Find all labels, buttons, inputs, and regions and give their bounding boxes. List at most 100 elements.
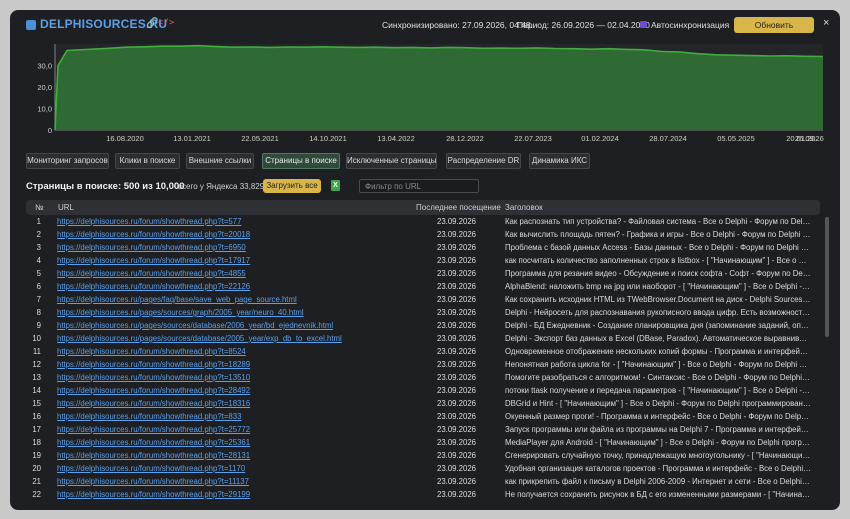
tab-search-clicks[interactable]: Клики в поиске	[115, 153, 180, 169]
chart-y-tick-label: 10,0	[37, 105, 52, 114]
row-last-visit: 23.09.2026	[437, 490, 477, 499]
site-logo-icon	[26, 20, 36, 30]
row-url-link[interactable]: https://delphisources.ru/pages/sources/d…	[57, 321, 397, 330]
row-url-link[interactable]: https://delphisources.ru/forum/showthrea…	[57, 464, 397, 473]
tab-query-monitoring[interactable]: Мониторинг запросов	[26, 153, 109, 169]
row-title: Как вычислить площадь пятен? - Графика и…	[505, 230, 811, 239]
row-number: 9	[36, 321, 41, 330]
pages-chart: 0 10,0 20,0 30,0 16.08.2020 13.01.2021 22.05.…	[37, 44, 824, 143]
row-number: 8	[36, 308, 41, 317]
row-url-link[interactable]: https://delphisources.ru/forum/showthrea…	[57, 477, 397, 486]
row-url-link[interactable]: https://delphisources.ru/pages/sources/g…	[57, 308, 397, 317]
row-url-link[interactable]: https://delphisources.ru/forum/showthrea…	[57, 412, 397, 421]
tab-external-links[interactable]: Внешние ссылки	[186, 153, 254, 169]
row-url-link[interactable]: https://delphisources.ru/forum/showthrea…	[57, 360, 397, 369]
table-row: 12 https://delphisources.ru/forum/showthr…	[26, 360, 824, 373]
table-header: № URL Последнее посещение Заголовок	[26, 200, 820, 215]
link-icon[interactable]: 🔗	[146, 18, 158, 29]
tab-dr-distribution[interactable]: Распределение DR	[446, 153, 521, 169]
row-title: DBGrid и Hint - [ "Начинающим" ] - Все о…	[505, 399, 811, 408]
sync-status: Синхронизировано: 27.09.2026, 04:48.	[382, 20, 534, 30]
table-scrollbar[interactable]	[825, 217, 829, 337]
row-number: 3	[36, 243, 41, 252]
row-title: как посчитать количество заполненных стр…	[505, 256, 811, 265]
chart-y-tick-label: 0	[48, 126, 52, 135]
excel-export-icon[interactable]: X	[331, 180, 340, 191]
row-title: Одновременное отображение нескольких коп…	[505, 347, 811, 356]
row-last-visit: 23.09.2026	[437, 360, 477, 369]
chart-x-tick-label: 22.07.2023	[514, 134, 552, 143]
row-title: AlphaBlend: наложить bmp на jpg или наоб…	[505, 282, 811, 291]
row-url-link[interactable]: https://delphisources.ru/pages/sources/d…	[57, 334, 397, 343]
row-url-link[interactable]: https://delphisources.ru/forum/showthrea…	[57, 386, 397, 395]
row-last-visit: 23.09.2026	[437, 243, 477, 252]
row-number: 12	[32, 360, 41, 369]
row-last-visit: 23.09.2026	[437, 412, 477, 421]
row-url-link[interactable]: https://delphisources.ru/forum/showthrea…	[57, 269, 397, 278]
row-title: Удобная организация каталогов проектов -…	[505, 464, 811, 473]
col-last-visit[interactable]: Последнее посещение	[416, 203, 501, 212]
row-url-link[interactable]: https://delphisources.ru/forum/showthrea…	[57, 282, 397, 291]
load-all-button[interactable]: Загрузить все	[263, 179, 321, 193]
table-row: 17 https://delphisources.ru/forum/showthr…	[26, 425, 824, 438]
row-title: потоки ttask получение и передача параме…	[505, 386, 811, 395]
row-last-visit: 23.09.2026	[437, 451, 477, 460]
row-title: Как распознать тип устройства? - Файлова…	[505, 217, 811, 226]
row-url-link[interactable]: https://delphisources.ru/forum/showthrea…	[57, 451, 397, 460]
row-number: 21	[32, 477, 41, 486]
row-number: 4	[36, 256, 41, 265]
table-row: 13 https://delphisources.ru/forum/showthr…	[26, 373, 824, 386]
auto-sync-checkbox[interactable]	[640, 21, 647, 28]
col-number[interactable]: №	[35, 203, 44, 212]
table-row: 18 https://delphisources.ru/forum/showthr…	[26, 438, 824, 451]
row-url-link[interactable]: https://delphisources.ru/forum/showthrea…	[57, 243, 397, 252]
col-url[interactable]: URL	[58, 203, 74, 212]
row-title: Программа для резания видео - Обсуждение…	[505, 269, 811, 278]
row-number: 1	[36, 217, 41, 226]
auto-sync-label: Автосинхронизация	[651, 20, 730, 30]
row-url-link[interactable]: https://delphisources.ru/forum/showthrea…	[57, 399, 397, 408]
row-url-link[interactable]: https://delphisources.ru/forum/showthrea…	[57, 373, 397, 382]
row-url-link[interactable]: https://delphisources.ru/forum/showthrea…	[57, 347, 397, 356]
url-filter-input[interactable]	[359, 179, 479, 193]
table-row: 14 https://delphisources.ru/forum/showthr…	[26, 386, 824, 399]
row-number: 16	[32, 412, 41, 421]
table-row: 16 https://delphisources.ru/forum/showthr…	[26, 412, 824, 425]
table-row: 5 https://delphisources.ru/forum/showthre…	[26, 269, 824, 282]
row-url-link[interactable]: https://delphisources.ru/forum/showthrea…	[57, 217, 397, 226]
row-number: 19	[32, 451, 41, 460]
chart-x-tick-label: 14.10.2021	[309, 134, 347, 143]
row-title: Как сохранить исходник HTML из TWebBrows…	[505, 295, 811, 304]
row-number: 17	[32, 425, 41, 434]
header: DELPHISOURCES.RU 🔗 </> Синхронизировано:…	[10, 10, 840, 40]
row-url-link[interactable]: https://delphisources.ru/forum/showthrea…	[57, 256, 397, 265]
row-title: Окуенный размер проги! - Программа и инт…	[505, 412, 811, 421]
row-last-visit: 23.09.2026	[437, 438, 477, 447]
chart-area-fill	[55, 45, 823, 131]
row-url-link[interactable]: https://delphisources.ru/forum/showthrea…	[57, 425, 397, 434]
table-row: 3 https://delphisources.ru/forum/showthre…	[26, 243, 824, 256]
table-row: 11 https://delphisources.ru/forum/showthr…	[26, 347, 824, 360]
row-url-link[interactable]: https://delphisources.ru/forum/showthrea…	[57, 230, 397, 239]
row-title: как прикрепить файл к письму в Delphi 20…	[505, 477, 811, 486]
table-row: 8 https://delphisources.ru/pages/sources/…	[26, 308, 824, 321]
row-number: 22	[32, 490, 41, 499]
row-last-visit: 23.09.2026	[437, 386, 477, 395]
row-title: Delphi - Экспорт баз данных в Excel (DBa…	[505, 334, 811, 343]
row-url-link[interactable]: https://delphisources.ru/forum/showthrea…	[57, 490, 397, 499]
tab-iks-dynamics[interactable]: Динамика ИКС	[529, 153, 590, 169]
table-row: 1 https://delphisources.ru/forum/showthre…	[26, 217, 824, 230]
table-row: 10 https://delphisources.ru/pages/sources…	[26, 334, 824, 347]
code-icon[interactable]: </>	[158, 18, 174, 28]
update-button[interactable]: Обновить	[734, 17, 814, 33]
tab-search-pages[interactable]: Страницы в поиске	[262, 153, 340, 169]
close-icon[interactable]: ×	[823, 17, 829, 29]
table-row: 15 https://delphisources.ru/forum/showthr…	[26, 399, 824, 412]
row-last-visit: 23.09.2026	[437, 334, 477, 343]
row-url-link[interactable]: https://delphisources.ru/pages/faq/base/…	[57, 295, 397, 304]
col-title[interactable]: Заголовок	[505, 203, 543, 212]
row-url-link[interactable]: https://delphisources.ru/forum/showthrea…	[57, 438, 397, 447]
tab-excluded-pages[interactable]: Исключенные страницы	[346, 153, 437, 169]
row-last-visit: 23.09.2026	[437, 399, 477, 408]
chart-x-tick-label: 16.08.2020	[106, 134, 144, 143]
